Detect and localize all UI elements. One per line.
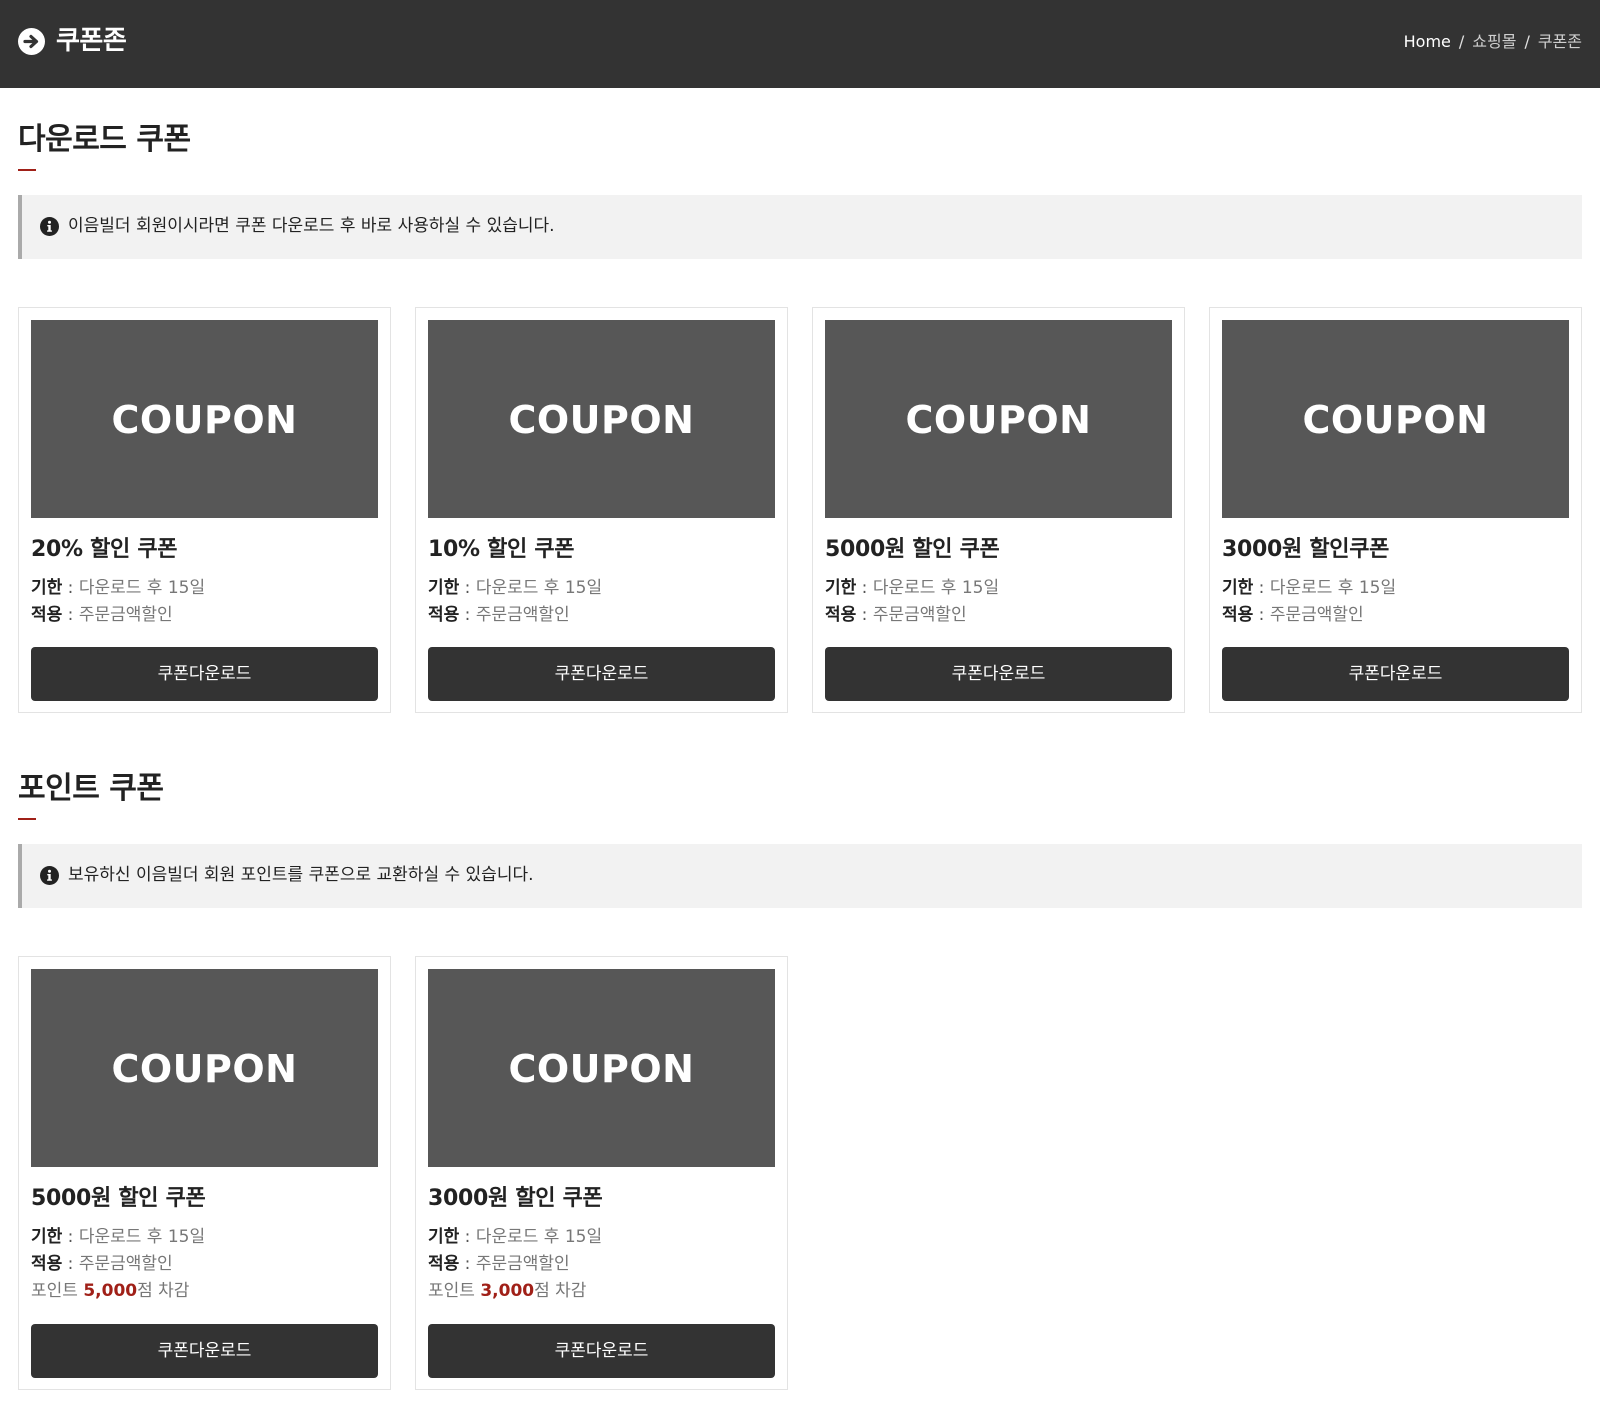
info-icon bbox=[40, 866, 59, 885]
coupon-image-label: COUPON bbox=[111, 1047, 298, 1091]
coupon-apply: 적용 : 주문금액할인 bbox=[31, 605, 173, 625]
coupon-period: 기한 : 다운로드 후 15일 bbox=[428, 578, 603, 598]
breadcrumb: Home / 쇼핑몰 / 쿠폰존 bbox=[1404, 31, 1582, 53]
coupon-image-label: COUPON bbox=[508, 398, 695, 442]
coupon-apply: 적용 : 주문금액할인 bbox=[31, 1254, 173, 1274]
coupon-period: 기한 : 다운로드 후 15일 bbox=[825, 578, 1000, 598]
top-header: 쿠폰존 Home / 쇼핑몰 / 쿠폰존 bbox=[0, 0, 1600, 88]
breadcrumb-current: 쿠폰존 bbox=[1537, 32, 1582, 51]
coupon-image-label: COUPON bbox=[111, 398, 298, 442]
section-title-underline bbox=[18, 169, 36, 171]
coupon-card: COUPON 20% 할인 쿠폰 기한 : 다운로드 후 15일 적용 : 주문… bbox=[18, 307, 391, 713]
coupon-period: 기한 : 다운로드 후 15일 bbox=[1222, 578, 1397, 598]
coupon-point-cost: 포인트 5,000점 차감 bbox=[31, 1281, 190, 1301]
coupon-period: 기한 : 다운로드 후 15일 bbox=[428, 1227, 603, 1247]
download-notice: 이음빌더 회원이시라면 쿠폰 다운로드 후 바로 사용하실 수 있습니다. bbox=[18, 195, 1582, 259]
coupon-apply: 적용 : 주문금액할인 bbox=[825, 605, 967, 625]
coupon-period: 기한 : 다운로드 후 15일 bbox=[31, 1227, 206, 1247]
coupon-title: 3000원 할인 쿠폰 bbox=[428, 1186, 603, 1211]
breadcrumb-separator: / bbox=[1458, 32, 1465, 51]
coupon-image: COUPON bbox=[31, 320, 378, 518]
coupon-image: COUPON bbox=[1222, 320, 1569, 518]
point-amount: 5,000 bbox=[83, 1281, 138, 1301]
coupon-image: COUPON bbox=[31, 969, 378, 1167]
download-section-title: 다운로드 쿠폰 bbox=[18, 122, 191, 157]
coupon-download-button[interactable]: 쿠폰다운로드 bbox=[428, 1324, 775, 1378]
page-title: 쿠폰존 bbox=[56, 26, 127, 56]
breadcrumb-shop-link[interactable]: 쇼핑몰 bbox=[1472, 32, 1516, 51]
coupon-apply: 적용 : 주문금액할인 bbox=[1222, 605, 1364, 625]
section-title-underline bbox=[18, 818, 36, 820]
point-amount: 3,000 bbox=[480, 1281, 535, 1301]
coupon-title: 10% 할인 쿠폰 bbox=[428, 537, 575, 562]
coupon-download-button[interactable]: 쿠폰다운로드 bbox=[31, 1324, 378, 1378]
coupon-point-cost: 포인트 3,000점 차감 bbox=[428, 1281, 587, 1301]
coupon-download-button[interactable]: 쿠폰다운로드 bbox=[31, 647, 378, 701]
coupon-card: COUPON 3000원 할인쿠폰 기한 : 다운로드 후 15일 적용 : 주… bbox=[1209, 307, 1582, 713]
point-coupon-card: COUPON 5000원 할인 쿠폰 기한 : 다운로드 후 15일 적용 : … bbox=[18, 956, 391, 1390]
point-notice: 보유하신 이음빌더 회원 포인트를 쿠폰으로 교환하실 수 있습니다. bbox=[18, 844, 1582, 908]
coupon-image-label: COUPON bbox=[508, 1047, 695, 1091]
notice-text: 이음빌더 회원이시라면 쿠폰 다운로드 후 바로 사용하실 수 있습니다. bbox=[68, 216, 555, 236]
coupon-download-button[interactable]: 쿠폰다운로드 bbox=[428, 647, 775, 701]
point-section-title: 포인트 쿠폰 bbox=[18, 771, 164, 806]
coupon-download-button[interactable]: 쿠폰다운로드 bbox=[1222, 647, 1569, 701]
coupon-image: COUPON bbox=[428, 969, 775, 1167]
info-icon bbox=[40, 217, 59, 236]
coupon-image: COUPON bbox=[428, 320, 775, 518]
coupon-image: COUPON bbox=[825, 320, 1172, 518]
coupon-title: 5000원 할인 쿠폰 bbox=[825, 537, 1000, 562]
notice-text: 보유하신 이음빌더 회원 포인트를 쿠폰으로 교환하실 수 있습니다. bbox=[68, 865, 534, 885]
coupon-image-label: COUPON bbox=[905, 398, 1092, 442]
coupon-card: COUPON 5000원 할인 쿠폰 기한 : 다운로드 후 15일 적용 : … bbox=[812, 307, 1185, 713]
coupon-image-label: COUPON bbox=[1302, 398, 1489, 442]
point-coupon-card: COUPON 3000원 할인 쿠폰 기한 : 다운로드 후 15일 적용 : … bbox=[415, 956, 788, 1390]
coupon-download-button[interactable]: 쿠폰다운로드 bbox=[825, 647, 1172, 701]
arrow-right-circle-icon bbox=[18, 28, 45, 55]
coupon-title: 5000원 할인 쿠폰 bbox=[31, 1186, 206, 1211]
coupon-card: COUPON 10% 할인 쿠폰 기한 : 다운로드 후 15일 적용 : 주문… bbox=[415, 307, 788, 713]
breadcrumb-separator: / bbox=[1524, 32, 1530, 51]
coupon-apply: 적용 : 주문금액할인 bbox=[428, 605, 570, 625]
coupon-period: 기한 : 다운로드 후 15일 bbox=[31, 578, 206, 598]
coupon-apply: 적용 : 주문금액할인 bbox=[428, 1254, 570, 1274]
coupon-title: 20% 할인 쿠폰 bbox=[31, 537, 178, 562]
coupon-title: 3000원 할인쿠폰 bbox=[1222, 537, 1390, 562]
breadcrumb-home-link[interactable]: Home bbox=[1404, 32, 1451, 51]
